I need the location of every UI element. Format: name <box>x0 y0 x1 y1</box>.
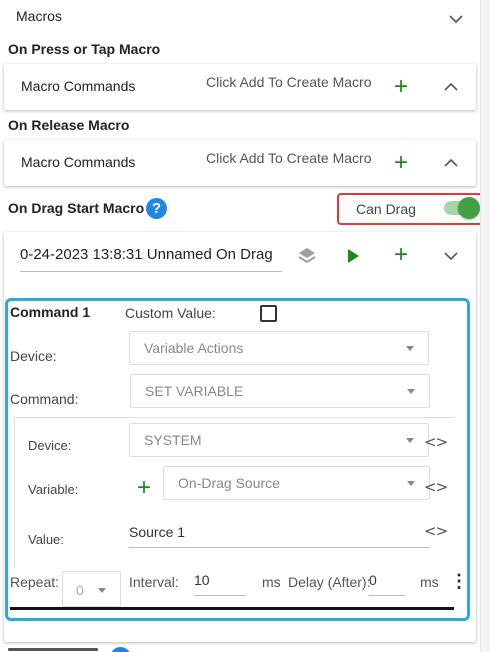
device-select-value: Variable Actions <box>144 340 244 356</box>
caret-down-icon <box>407 389 415 394</box>
next-section-text-fragment <box>8 648 98 651</box>
custom-value-label: Custom Value: <box>125 305 216 321</box>
create-macro-hint: Click Add To Create Macro <box>206 150 372 166</box>
create-macro-hint: Click Add To Create Macro <box>206 74 372 90</box>
chevron-down-icon[interactable] <box>446 12 466 26</box>
caret-down-icon <box>407 481 415 486</box>
custom-value-checkbox[interactable] <box>260 305 277 322</box>
help-icon[interactable]: ? <box>146 198 167 219</box>
delay-input[interactable]: 0 <box>369 572 405 596</box>
macro-commands-label: Macro Commands <box>21 154 136 170</box>
value-label: Value: <box>28 532 64 547</box>
command-divider <box>14 417 454 418</box>
sub-device-select-value: SYSTEM <box>144 432 202 448</box>
device-label: Device: <box>10 348 57 364</box>
next-section-peek <box>6 646 136 652</box>
chevron-up-icon[interactable] <box>441 156 461 170</box>
add-command-button[interactable]: + <box>394 151 408 175</box>
add-variable-button[interactable]: + <box>137 476 151 500</box>
on-press-section-label: On Press or Tap Macro <box>8 41 161 57</box>
variable-select-value: On-Drag Source <box>178 475 280 491</box>
command-bottom-rule <box>10 607 454 610</box>
command-title: Command 1 <box>10 304 91 320</box>
help-icon <box>110 647 131 652</box>
toggle-knob <box>458 197 480 219</box>
command-label: Command: <box>10 391 79 407</box>
params-left-border <box>14 417 15 567</box>
variable-select[interactable]: On-Drag Source <box>163 466 430 500</box>
sub-device-label: Device: <box>28 438 72 453</box>
code-icon[interactable]: <> <box>424 522 448 540</box>
on-release-macro-panel[interactable]: Macro Commands Click Add To Create Macro… <box>4 140 476 186</box>
value-input[interactable]: Source 1 <box>129 524 430 548</box>
caret-down-icon <box>98 588 106 593</box>
code-icon[interactable]: <> <box>424 478 448 496</box>
macros-header[interactable]: Macros <box>0 0 476 34</box>
macro-name-input[interactable]: 0-24-2023 13:8:31 Unnamed On Drag <box>20 246 282 272</box>
caret-down-icon <box>406 438 414 443</box>
chevron-up-icon[interactable] <box>441 80 461 94</box>
delay-unit: ms <box>420 574 439 590</box>
sub-device-select[interactable]: SYSTEM <box>129 423 429 457</box>
repeat-select-value: 0 <box>76 582 84 598</box>
add-command-button[interactable]: + <box>394 75 408 99</box>
interval-label: Interval: <box>129 574 179 590</box>
device-select[interactable]: Variable Actions <box>129 331 429 365</box>
on-press-macro-panel[interactable]: Macro Commands Click Add To Create Macro… <box>4 64 476 110</box>
chevron-down-icon[interactable] <box>441 249 461 263</box>
macros-title: Macros <box>16 8 62 24</box>
scrollbar[interactable] <box>480 0 490 652</box>
repeat-select[interactable]: 0 <box>62 571 121 607</box>
can-drag-label: Can Drag <box>356 201 416 217</box>
more-options-icon[interactable]: ⋮ <box>450 571 468 592</box>
on-drag-start-section-label: On Drag Start Macro <box>8 200 145 216</box>
interval-input[interactable]: 10 <box>194 572 246 596</box>
variable-label: Variable: <box>28 482 79 497</box>
code-icon[interactable]: <> <box>424 433 448 451</box>
add-command-button[interactable]: + <box>394 243 408 267</box>
play-icon[interactable] <box>346 248 360 264</box>
can-drag-toggle[interactable] <box>444 197 480 219</box>
delay-label: Delay (After): <box>288 574 371 590</box>
caret-down-icon <box>406 346 414 351</box>
layers-icon[interactable] <box>297 246 317 266</box>
command-select-value: SET VARIABLE <box>145 383 244 399</box>
macro-commands-label: Macro Commands <box>21 78 136 94</box>
interval-unit: ms <box>262 574 281 590</box>
repeat-label: Repeat: <box>10 574 60 590</box>
command-select[interactable]: SET VARIABLE <box>130 374 430 408</box>
on-release-section-label: On Release Macro <box>8 117 130 133</box>
